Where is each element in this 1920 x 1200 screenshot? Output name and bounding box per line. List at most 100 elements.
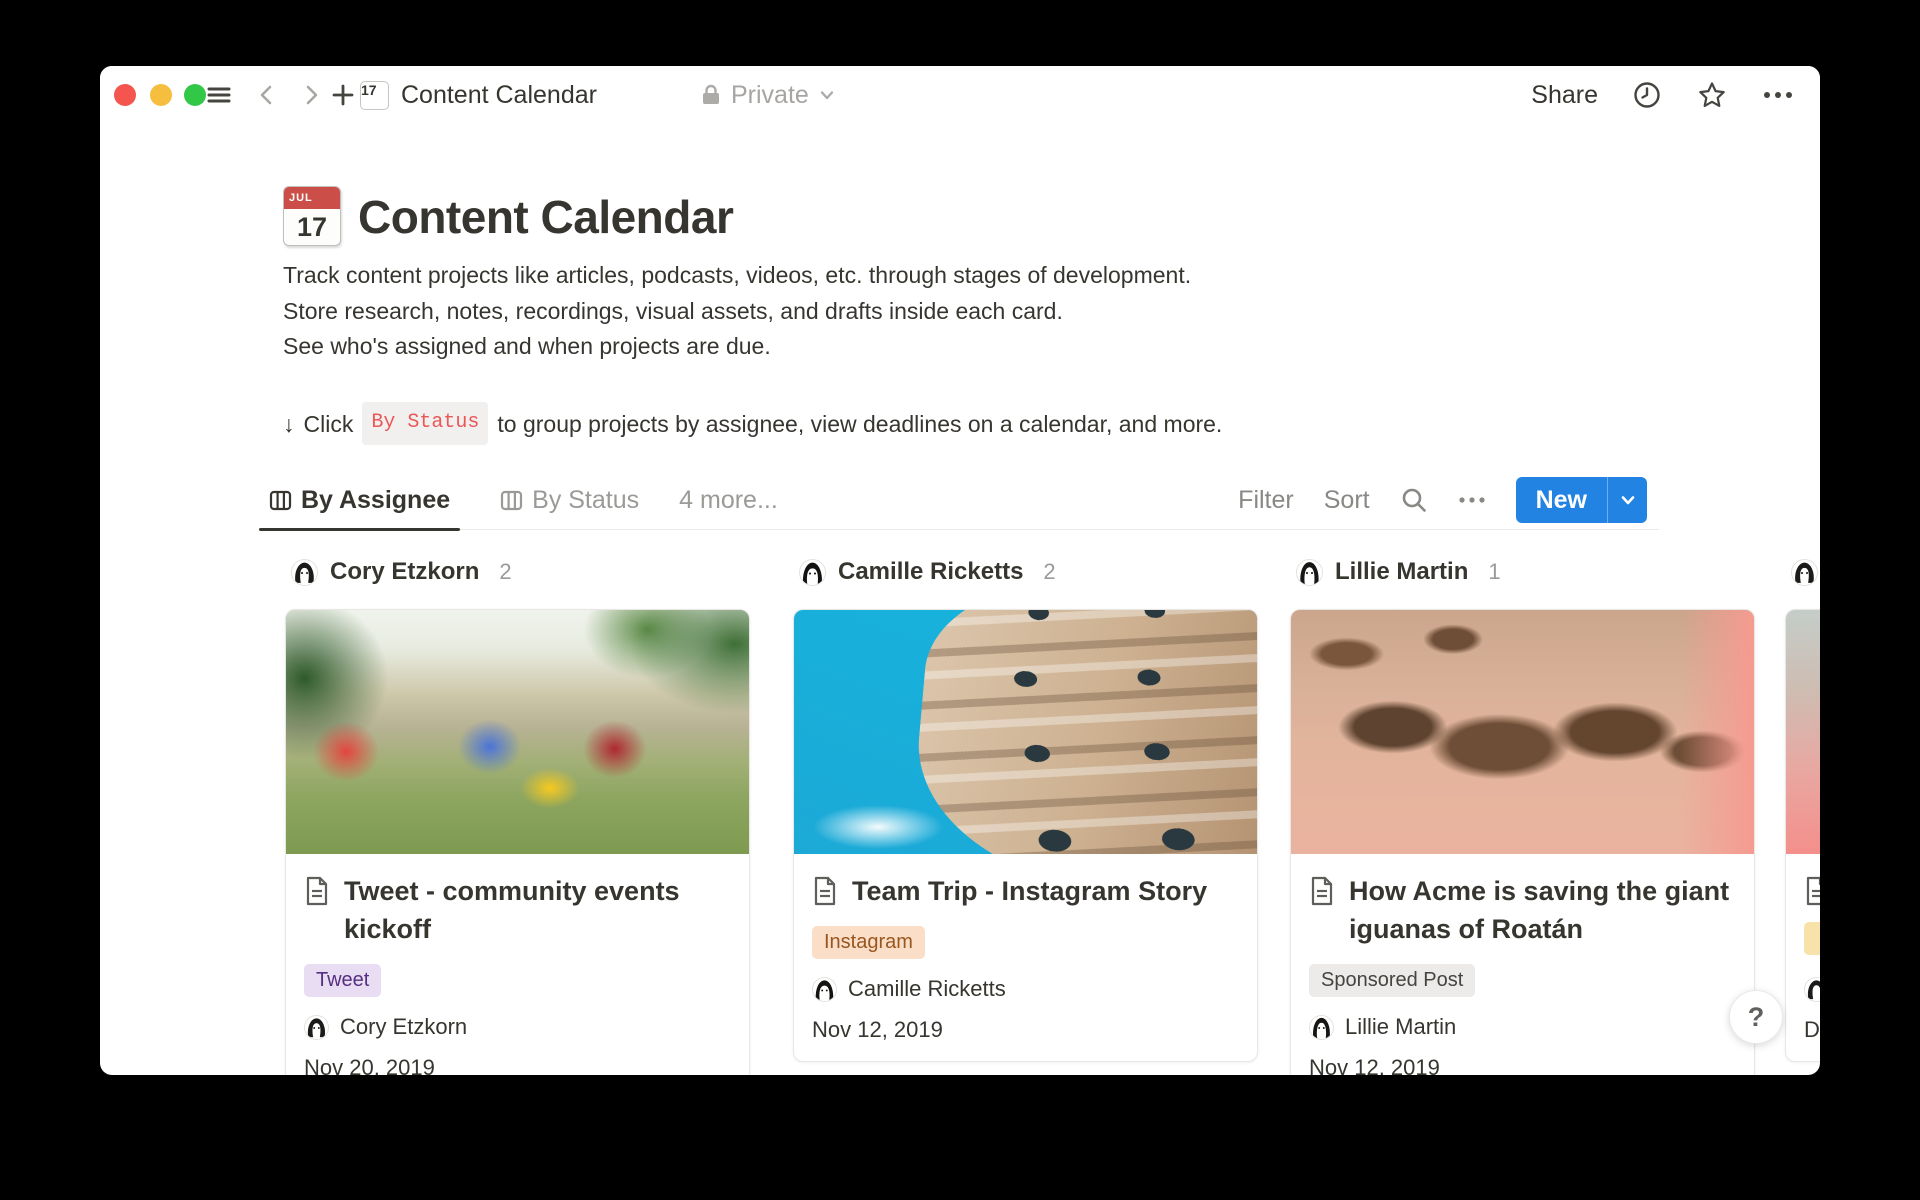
new-dropdown-chevron-icon[interactable] xyxy=(1607,477,1647,523)
column-assignee-name: Cory Etzkorn xyxy=(330,558,479,586)
card-date: Nov 12, 2019 xyxy=(812,1017,1239,1043)
tag-partial xyxy=(1804,922,1820,955)
card-date: D xyxy=(1804,1017,1820,1043)
avatar xyxy=(291,559,318,586)
avatar xyxy=(1804,977,1820,1002)
column-header: Cory Etzkorn 2 xyxy=(285,556,750,588)
chevron-down-icon xyxy=(818,86,836,104)
privacy-label: Private xyxy=(731,81,809,110)
avatar xyxy=(1791,559,1818,586)
board-view-icon xyxy=(269,489,292,512)
minimize-window-button[interactable] xyxy=(150,84,172,106)
card-assignee: Camille Ricketts xyxy=(812,976,1239,1002)
column-card-count: 2 xyxy=(1043,559,1055,585)
avatar xyxy=(1309,1015,1334,1040)
card-title: How Acme is saving the giant iguanas of … xyxy=(1349,872,1736,948)
new-split-button: New xyxy=(1516,477,1647,523)
view-tabs: By Assignee By Status 4 more... xyxy=(259,470,778,530)
card-cover-image xyxy=(1291,610,1754,854)
card-assignee: Cory Etzkorn xyxy=(304,1014,731,1040)
new-tab-icon[interactable] xyxy=(328,80,358,110)
breadcrumb[interactable]: 17 Content Calendar xyxy=(360,78,597,112)
forward-icon[interactable] xyxy=(296,80,326,110)
column-assignee-name: Lillie Martin xyxy=(1335,558,1468,586)
card-acme-iguanas[interactable]: How Acme is saving the giant iguanas of … xyxy=(1290,609,1755,1075)
board-column-cory-etzkorn: Cory Etzkorn 2 Tweet - community events … xyxy=(285,556,750,1075)
card-assignee-name: Camille Ricketts xyxy=(848,976,1006,1002)
page-description: Track content projects like articles, po… xyxy=(283,258,1483,365)
card-date: Nov 20, 2019 xyxy=(304,1055,731,1075)
card-assignee: Lillie Martin xyxy=(1309,1014,1736,1040)
card-cover-image xyxy=(286,610,749,854)
lock-icon xyxy=(700,83,722,107)
desktop-background: 17 Content Calendar Private Share xyxy=(0,0,1920,1200)
filter-button[interactable]: Filter xyxy=(1238,486,1294,515)
description-line: Track content projects like articles, po… xyxy=(283,258,1483,294)
view-options-icon[interactable] xyxy=(1458,495,1486,505)
avatar xyxy=(1296,559,1323,586)
back-icon[interactable] xyxy=(252,80,282,110)
app-window: 17 Content Calendar Private Share xyxy=(100,66,1820,1075)
tab-by-assignee[interactable]: By Assignee xyxy=(259,470,460,530)
view-bar: By Assignee By Status 4 more... Filter S… xyxy=(259,470,1659,530)
hint-suffix: to group projects by assignee, view dead… xyxy=(497,406,1222,442)
description-line: See who's assigned and when projects are… xyxy=(283,329,1483,365)
zoom-window-button[interactable] xyxy=(184,84,206,106)
sidebar-menu-icon[interactable] xyxy=(204,80,234,110)
tag-tweet: Tweet xyxy=(304,964,381,997)
avatar xyxy=(812,977,837,1002)
page-doc-icon xyxy=(812,876,838,906)
card-partial[interactable]: D xyxy=(1785,609,1820,1062)
privacy-dropdown[interactable]: Private xyxy=(700,78,836,112)
page-doc-icon xyxy=(1309,876,1335,906)
more-options-icon[interactable] xyxy=(1762,89,1794,101)
board-column-lillie-martin: Lillie Martin 1 How Acme is saving the g… xyxy=(1290,556,1755,1075)
favorite-star-icon[interactable] xyxy=(1696,79,1728,111)
hint-line: ↓ Click By Status to group projects by a… xyxy=(283,402,1583,445)
page-icon-day: 17 xyxy=(284,209,340,245)
breadcrumb-title: Content Calendar xyxy=(401,81,597,110)
updates-clock-icon[interactable] xyxy=(1632,80,1662,110)
board-column-partial: D xyxy=(1785,556,1820,1062)
card-title: Tweet - community events kickoff xyxy=(344,872,731,948)
board-view-icon xyxy=(500,489,523,512)
titlebar-actions: Share xyxy=(1531,76,1794,114)
column-header: Lillie Martin 1 xyxy=(1290,556,1755,588)
description-line: Store research, notes, recordings, visua… xyxy=(283,294,1483,330)
card-assignee-name: Cory Etzkorn xyxy=(340,1014,467,1040)
new-button[interactable]: New xyxy=(1516,477,1607,523)
down-arrow-glyph: ↓ xyxy=(283,406,295,442)
column-card-count: 1 xyxy=(1488,559,1500,585)
card-assignee xyxy=(1804,977,1820,1002)
card-team-trip-instagram-story[interactable]: Team Trip - Instagram Story Instagram Ca… xyxy=(793,609,1258,1062)
hint-prefix: Click xyxy=(304,406,354,442)
tag-instagram: Instagram xyxy=(812,926,925,959)
card-assignee-name: Lillie Martin xyxy=(1345,1014,1456,1040)
calendar-page-icon: 17 xyxy=(360,81,389,110)
more-views-button[interactable]: 4 more... xyxy=(679,486,778,515)
tab-label: By Assignee xyxy=(301,486,450,515)
sort-button[interactable]: Sort xyxy=(1324,486,1370,515)
column-header: Camille Ricketts 2 xyxy=(793,556,1258,588)
titlebar: 17 Content Calendar Private Share xyxy=(100,66,1820,124)
help-button[interactable]: ? xyxy=(1729,990,1783,1044)
avatar xyxy=(304,1015,329,1040)
page-doc-icon xyxy=(1804,876,1820,906)
card-date: Nov 12, 2019 xyxy=(1309,1055,1736,1075)
page-icon-month: JUL xyxy=(284,187,340,209)
board-column-camille-ricketts: Camille Ricketts 2 Team Trip - Instagram… xyxy=(793,556,1258,1062)
close-window-button[interactable] xyxy=(114,84,136,106)
share-button[interactable]: Share xyxy=(1531,81,1598,110)
tab-by-status[interactable]: By Status xyxy=(490,470,649,530)
tab-label: By Status xyxy=(532,486,639,515)
page-icon-calendar[interactable]: JUL 17 xyxy=(283,186,341,246)
card-tweet-community-events[interactable]: Tweet - community events kickoff Tweet C… xyxy=(285,609,750,1075)
view-controls: Filter Sort New xyxy=(1238,470,1647,530)
inline-code-by-status: By Status xyxy=(362,402,488,445)
tag-sponsored-post: Sponsored Post xyxy=(1309,964,1475,997)
page-title: Content Calendar xyxy=(358,190,733,244)
card-cover-image xyxy=(1786,610,1820,854)
search-icon[interactable] xyxy=(1400,486,1428,514)
calendar-page-icon-day: 17 xyxy=(361,82,377,98)
page-doc-icon xyxy=(304,876,330,906)
